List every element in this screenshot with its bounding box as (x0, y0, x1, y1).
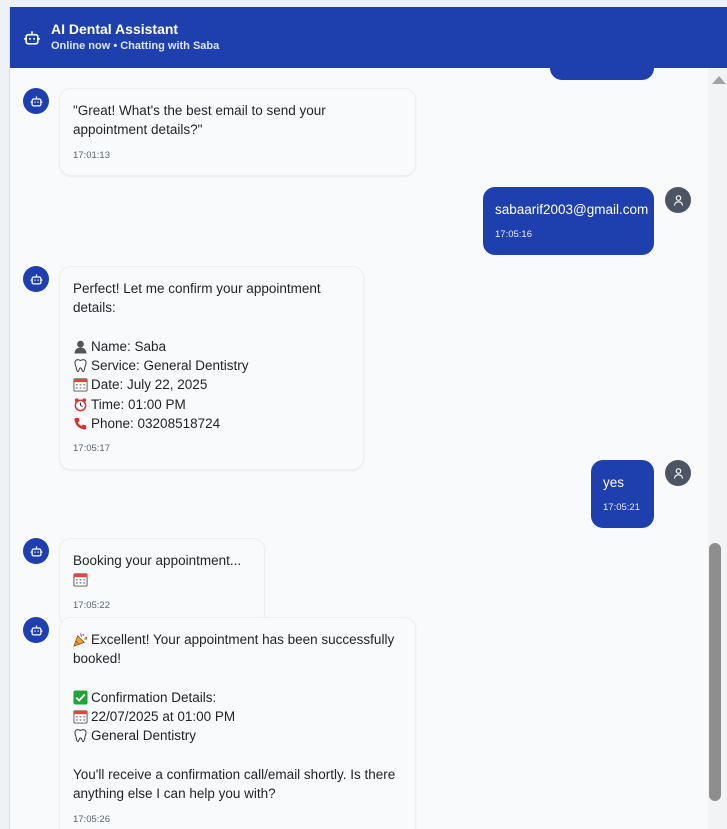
message-text: Excellent! Your appointment has been suc… (73, 632, 398, 667)
robot-icon (29, 94, 44, 109)
scrollbar[interactable] (708, 68, 727, 829)
bot-avatar (23, 266, 49, 292)
tooth-icon (73, 358, 88, 373)
chat-subtitle: Online now • Chatting with Saba (51, 40, 220, 52)
calendar-icon (73, 377, 88, 392)
detail-line: Phone: 03208518724 (73, 414, 350, 433)
user-message-bubble: sabaarif2003@gmail.com 17:05:16 (483, 187, 654, 255)
user-message-bubble: yes 17:05:21 (591, 460, 654, 528)
party-popper-icon (73, 632, 88, 647)
bot-avatar (23, 617, 49, 643)
robot-icon (29, 272, 44, 287)
user-message-bubble-partial (550, 68, 654, 80)
bot-message-bubble: Perfect! Let me confirm your appointment… (59, 266, 364, 470)
detail-line: 22/07/2025 at 01:00 PM (73, 707, 402, 726)
chat-header: AI Dental Assistant Online now • Chattin… (10, 7, 727, 68)
message-text: sabaarif2003@gmail.com (495, 202, 649, 217)
message-timestamp: 17:05:17 (73, 443, 110, 455)
robot-icon (29, 544, 44, 559)
chat-title: AI Dental Assistant (51, 21, 179, 37)
detail-heading: Confirmation Details: (73, 688, 402, 707)
message-timestamp: 17:01:13 (73, 149, 110, 161)
detail-line: Time: 01:00 PM (73, 395, 350, 414)
robot-icon (22, 28, 42, 48)
bot-message-bubble: Booking your appointment... 17:05:22 (59, 538, 265, 626)
tooth-icon (73, 728, 88, 743)
scroll-up-arrow-icon[interactable] (712, 76, 726, 84)
message-timestamp: 17:05:22 (73, 599, 110, 611)
robot-icon (29, 623, 44, 638)
bot-message-bubble: Excellent! Your appointment has been suc… (59, 617, 416, 829)
user-avatar (665, 460, 691, 486)
detail-line: Date: July 22, 2025 (73, 375, 350, 394)
detail-line: Service: General Dentistry (73, 356, 350, 375)
message-timestamp: 17:05:26 (73, 813, 110, 825)
user-icon (671, 193, 686, 208)
bot-message-bubble: "Great! What's the best email to send yo… (59, 88, 416, 176)
chat-window: AI Dental Assistant Online now • Chattin… (9, 7, 727, 829)
message-text: "Great! What's the best email to send yo… (73, 103, 330, 138)
bot-avatar (23, 538, 49, 564)
alarm-clock-icon (73, 397, 88, 412)
scrollbar-thumb[interactable] (709, 543, 721, 801)
message-text: Perfect! Let me confirm your appointment… (73, 281, 325, 316)
detail-line: Name: Saba (73, 337, 350, 356)
message-timestamp: 17:05:21 (603, 502, 640, 514)
message-text: You'll receive a confirmation call/email… (73, 767, 399, 802)
person-icon (73, 339, 88, 354)
message-text: yes (603, 475, 625, 490)
message-text: Booking your appointment... (73, 551, 251, 590)
calendar-icon (73, 709, 88, 724)
user-icon (671, 466, 686, 481)
telephone-icon (73, 416, 88, 431)
check-mark-icon (73, 690, 88, 705)
bot-avatar (23, 88, 49, 114)
message-timestamp: 17:05:16 (495, 229, 532, 241)
calendar-icon (73, 572, 88, 587)
detail-line: General Dentistry (73, 726, 402, 745)
user-avatar (665, 187, 691, 213)
message-list[interactable]: "Great! What's the best email to send yo… (10, 68, 708, 829)
